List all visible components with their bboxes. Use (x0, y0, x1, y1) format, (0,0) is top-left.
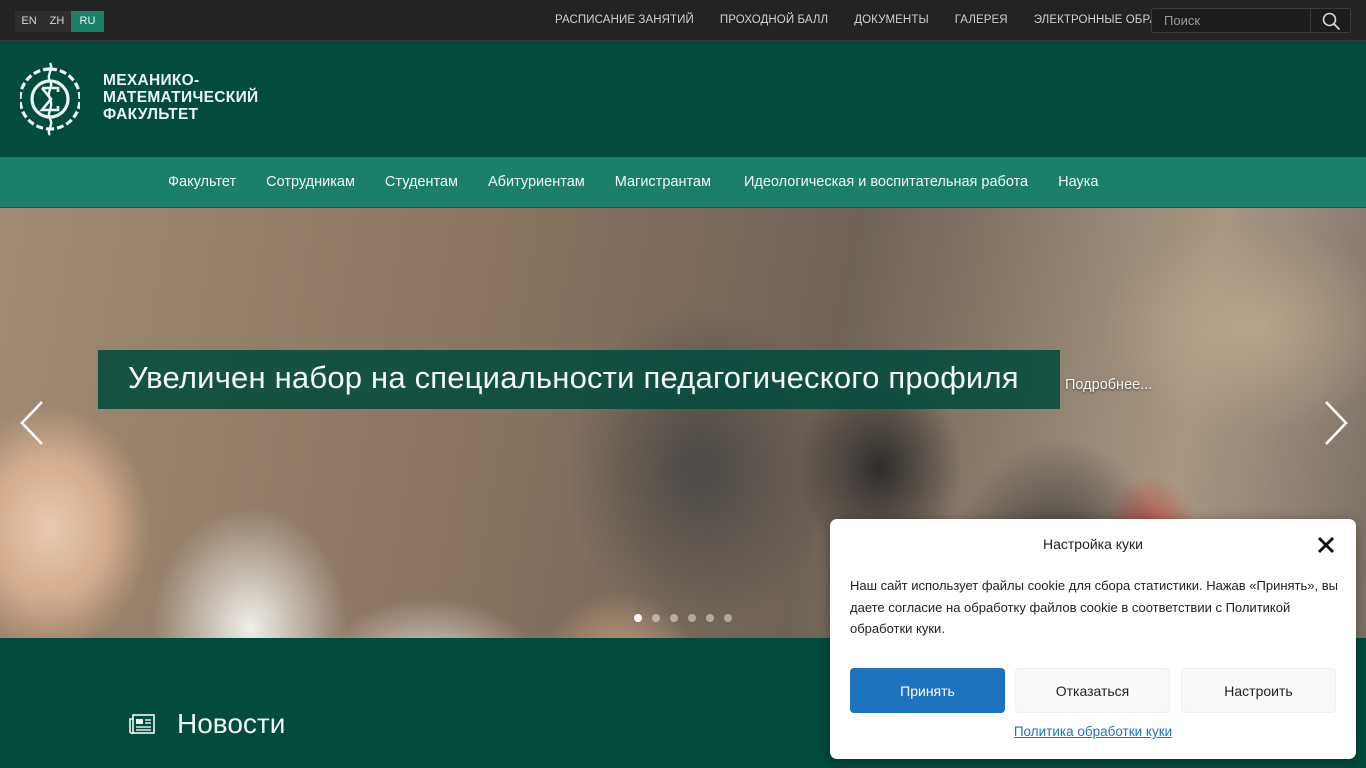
slide-caption-text: Увеличен набор на специальности педагоги… (128, 360, 1019, 395)
top-bar: EN ZH RU РАСПИСАНИЕ ЗАНЯТИЙ ПРОХОДНОЙ БА… (0, 0, 1366, 41)
lang-en[interactable]: EN (15, 11, 43, 32)
topnav-passing-score[interactable]: ПРОХОДНОЙ БАЛЛ (720, 14, 828, 26)
newspaper-icon (129, 714, 155, 735)
site-header: МЕХАНИКО- МАТЕМАТИЧЕСКИЙ ФАКУЛЬТЕТ (0, 41, 1366, 157)
nav-staff[interactable]: Сотрудникам (266, 174, 355, 190)
slider-dot[interactable] (706, 614, 714, 622)
cookie-policy-link[interactable]: Политика обработки куки (830, 724, 1356, 739)
chevron-right-icon[interactable] (1320, 400, 1350, 446)
search-box (1151, 8, 1351, 33)
faculty-name-line: МЕХАНИКО- (103, 72, 200, 89)
nav-ideological-work[interactable]: Идеологическая и воспитательная работа (744, 174, 1028, 190)
sigma-gear-logo[interactable] (20, 61, 80, 137)
main-nav: Факультет Сотрудникам Студентам Абитурие… (0, 157, 1366, 208)
topnav-gallery[interactable]: ГАЛЕРЕЯ (955, 14, 1008, 26)
lang-zh[interactable]: ZH (43, 11, 71, 32)
faculty-name-line: ФАКУЛЬТЕТ (103, 106, 199, 123)
nav-faculty[interactable]: Факультет (168, 174, 236, 190)
news-heading: Новости (177, 708, 286, 739)
nav-science[interactable]: Наука (1058, 174, 1098, 190)
topnav-schedule[interactable]: РАСПИСАНИЕ ЗАНЯТИЙ (555, 14, 694, 26)
top-nav: РАСПИСАНИЕ ЗАНЯТИЙ ПРОХОДНОЙ БАЛЛ ДОКУМЕ… (555, 0, 1227, 40)
preferences-button[interactable]: Настроить (1181, 668, 1336, 713)
slider-dot[interactable] (688, 614, 696, 622)
topnav-documents[interactable]: ДОКУМЕНТЫ (854, 14, 929, 26)
slider-dot[interactable] (634, 614, 642, 622)
slide-caption[interactable]: Увеличен набор на специальности педагоги… (98, 350, 1060, 409)
slider-dot[interactable] (652, 614, 660, 622)
deny-button[interactable]: Отказаться (1015, 668, 1170, 713)
slider-dots (634, 614, 742, 622)
accept-button[interactable]: Принять (850, 668, 1005, 713)
language-switcher: EN ZH RU (15, 11, 104, 32)
cookie-consent-dialog: Настройка куки Наш сайт использует файлы… (830, 519, 1356, 759)
search-input[interactable] (1152, 9, 1312, 32)
slider-dot[interactable] (670, 614, 678, 622)
search-icon (1322, 12, 1340, 30)
slider-dot[interactable] (724, 614, 732, 622)
chevron-left-icon[interactable] (18, 400, 48, 446)
nav-master-students[interactable]: Магистрантам (615, 174, 711, 190)
read-more-link[interactable]: Подробнее... (1065, 377, 1152, 393)
faculty-name-line: МАТЕМАТИЧЕСКИЙ (103, 89, 259, 106)
close-icon[interactable] (1316, 535, 1336, 555)
cookie-title: Настройка куки (1042, 536, 1144, 552)
cookie-message: Наш сайт использует файлы cookie для сбо… (850, 578, 1338, 636)
faculty-name[interactable]: МЕХАНИКО- МАТЕМАТИЧЕСКИЙ ФАКУЛЬТЕТ (103, 72, 258, 123)
lang-ru[interactable]: RU (71, 11, 104, 32)
nav-students[interactable]: Студентам (385, 174, 458, 190)
search-button[interactable] (1310, 9, 1350, 32)
nav-applicants[interactable]: Абитуриентам (488, 174, 585, 190)
